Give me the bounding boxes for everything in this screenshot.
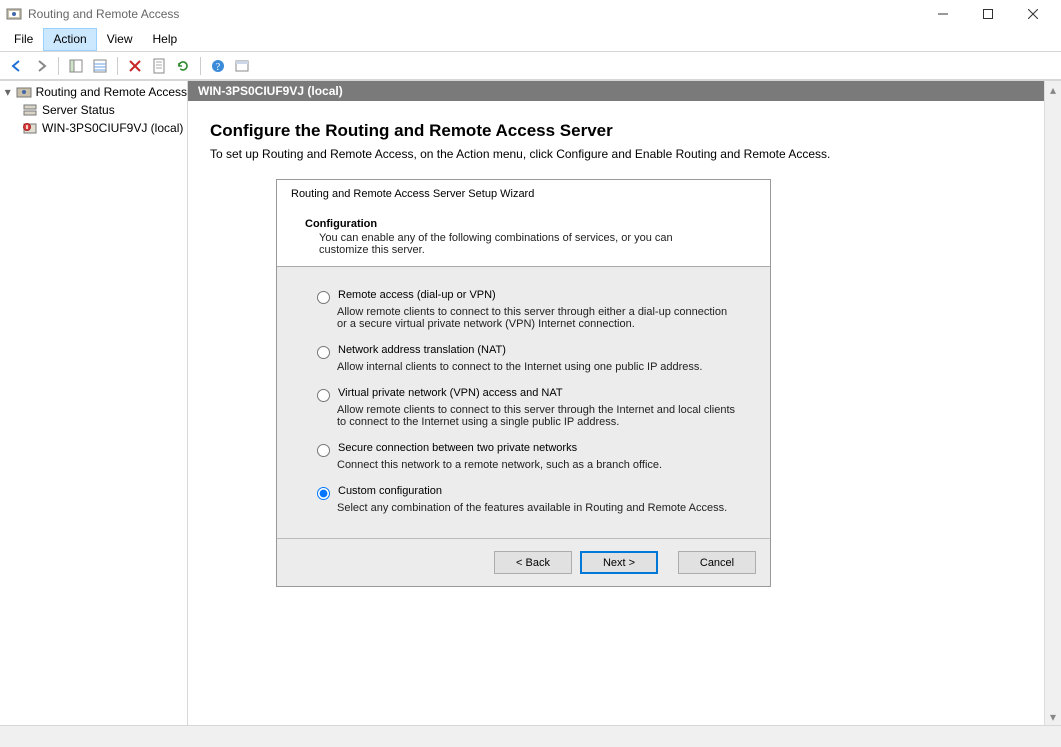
nav-forward-button[interactable] bbox=[30, 55, 52, 77]
menu-help[interactable]: Help bbox=[143, 28, 188, 51]
content-title: Configure the Routing and Remote Access … bbox=[210, 121, 1039, 141]
option-label[interactable]: Virtual private network (VPN) access and… bbox=[338, 387, 563, 399]
svg-text:?: ? bbox=[216, 62, 221, 73]
scroll-up-icon[interactable]: ▴ bbox=[1045, 81, 1061, 98]
status-bar bbox=[0, 725, 1061, 747]
menu-view[interactable]: View bbox=[97, 28, 143, 51]
option-vpn-nat: Virtual private network (VPN) access and… bbox=[317, 387, 750, 428]
window-close-button[interactable] bbox=[1010, 0, 1055, 28]
tree-root-label: Routing and Remote Access bbox=[36, 85, 187, 99]
vertical-scrollbar[interactable]: ▴ ▾ bbox=[1044, 81, 1061, 725]
radio-secure-connection[interactable] bbox=[317, 444, 330, 457]
menu-bar: File Action View Help bbox=[0, 28, 1061, 52]
wizard-section-title: Configuration bbox=[305, 218, 756, 230]
content-subtitle: To set up Routing and Remote Access, on … bbox=[210, 147, 1039, 161]
wizard-button-row: < Back Next > Cancel bbox=[277, 539, 770, 586]
wizard-title: Routing and Remote Access Server Setup W… bbox=[291, 188, 756, 200]
option-label[interactable]: Custom configuration bbox=[338, 485, 442, 497]
tree-server-status[interactable]: Server Status bbox=[0, 101, 187, 119]
toolbar-separator bbox=[200, 57, 201, 75]
option-nat: Network address translation (NAT) Allow … bbox=[317, 344, 750, 373]
toolbar-separator bbox=[58, 57, 59, 75]
server-status-icon bbox=[22, 102, 38, 118]
option-label[interactable]: Remote access (dial-up or VPN) bbox=[338, 289, 496, 301]
menu-file[interactable]: File bbox=[4, 28, 43, 51]
toolbar: ? bbox=[0, 52, 1061, 80]
properties-button[interactable] bbox=[89, 55, 111, 77]
option-desc: Select any combination of the features a… bbox=[337, 502, 737, 514]
workspace: ▾ Routing and Remote Access Server Statu… bbox=[0, 80, 1061, 725]
content-body: Configure the Routing and Remote Access … bbox=[188, 101, 1061, 725]
wizard-body: Remote access (dial-up or VPN) Allow rem… bbox=[277, 267, 770, 538]
menu-action[interactable]: Action bbox=[43, 28, 96, 51]
option-remote-access: Remote access (dial-up or VPN) Allow rem… bbox=[317, 289, 750, 330]
content-pane: WIN-3PS0CIUF9VJ (local) Configure the Ro… bbox=[188, 81, 1061, 725]
option-desc: Allow internal clients to connect to the… bbox=[337, 361, 737, 373]
content-header: WIN-3PS0CIUF9VJ (local) bbox=[188, 81, 1061, 101]
option-desc: Connect this network to a remote network… bbox=[337, 459, 737, 471]
option-secure-connection: Secure connection between two private ne… bbox=[317, 442, 750, 471]
radio-custom[interactable] bbox=[317, 487, 330, 500]
next-button[interactable]: Next > bbox=[580, 551, 658, 574]
wizard-header: Routing and Remote Access Server Setup W… bbox=[277, 180, 770, 267]
scroll-down-icon[interactable]: ▾ bbox=[1045, 708, 1061, 725]
radio-vpn-nat[interactable] bbox=[317, 389, 330, 402]
window-title: Routing and Remote Access bbox=[28, 7, 179, 21]
tree-local-server[interactable]: WIN-3PS0CIUF9VJ (local) bbox=[0, 119, 187, 137]
tree-root-rras[interactable]: ▾ Routing and Remote Access bbox=[0, 83, 187, 101]
wizard-section-desc: You can enable any of the following comb… bbox=[319, 232, 679, 256]
option-label[interactable]: Secure connection between two private ne… bbox=[338, 442, 577, 454]
cancel-button[interactable]: Cancel bbox=[678, 551, 756, 574]
properties-sheet-button[interactable] bbox=[148, 55, 170, 77]
help-button[interactable]: ? bbox=[207, 55, 229, 77]
radio-nat[interactable] bbox=[317, 346, 330, 359]
option-desc: Allow remote clients to connect to this … bbox=[337, 306, 737, 330]
radio-remote-access[interactable] bbox=[317, 291, 330, 304]
app-icon bbox=[6, 6, 22, 22]
nav-back-button[interactable] bbox=[6, 55, 28, 77]
server-stopped-icon bbox=[22, 120, 38, 136]
delete-button[interactable] bbox=[124, 55, 146, 77]
tree-local-server-label: WIN-3PS0CIUF9VJ (local) bbox=[42, 121, 183, 135]
tree-server-status-label: Server Status bbox=[42, 103, 115, 117]
title-bar: Routing and Remote Access bbox=[0, 0, 1061, 28]
toolbar-extra-button[interactable] bbox=[231, 55, 253, 77]
option-desc: Allow remote clients to connect to this … bbox=[337, 404, 737, 428]
show-hide-tree-button[interactable] bbox=[65, 55, 87, 77]
rras-icon bbox=[16, 84, 32, 100]
window-maximize-button[interactable] bbox=[965, 0, 1010, 28]
wizard-dialog: Routing and Remote Access Server Setup W… bbox=[276, 179, 771, 587]
expander-icon[interactable]: ▾ bbox=[4, 85, 12, 99]
window-minimize-button[interactable] bbox=[920, 0, 965, 28]
option-label[interactable]: Network address translation (NAT) bbox=[338, 344, 506, 356]
refresh-button[interactable] bbox=[172, 55, 194, 77]
back-button[interactable]: < Back bbox=[494, 551, 572, 574]
toolbar-separator bbox=[117, 57, 118, 75]
console-tree[interactable]: ▾ Routing and Remote Access Server Statu… bbox=[0, 81, 188, 725]
option-custom: Custom configuration Select any combinat… bbox=[317, 485, 750, 514]
